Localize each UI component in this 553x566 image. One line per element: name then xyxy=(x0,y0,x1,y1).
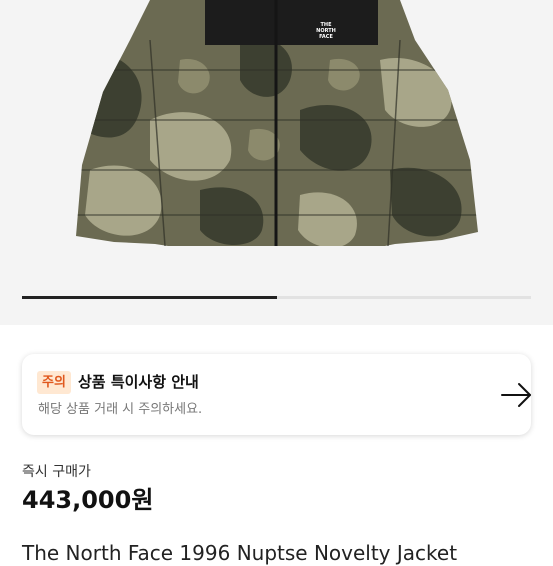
price-value: 443,000원 xyxy=(22,486,154,514)
gallery-page-indicator-fill xyxy=(22,296,277,299)
caution-badge: 주의 xyxy=(37,371,71,394)
brand-logo-line: FACE xyxy=(319,34,333,40)
notice-title: 상품 특이사항 안내 xyxy=(78,373,199,391)
product-title: The North Face 1996 Nuptse Novelty Jacke… xyxy=(22,541,458,565)
product-image xyxy=(76,0,478,247)
arrow-right-icon[interactable] xyxy=(498,380,534,410)
brand-logo: THE NORTH FACE xyxy=(306,22,346,40)
product-image-gallery[interactable]: THE NORTH FACE xyxy=(0,0,553,325)
gallery-page-indicator xyxy=(22,296,531,299)
notice-description: 해당 상품 거래 시 주의하세요. xyxy=(38,402,203,417)
price-label: 즉시 구매가 xyxy=(22,464,91,480)
product-notice-card[interactable]: 주의 상품 특이사항 안내 해당 상품 거래 시 주의하세요. xyxy=(22,354,531,435)
